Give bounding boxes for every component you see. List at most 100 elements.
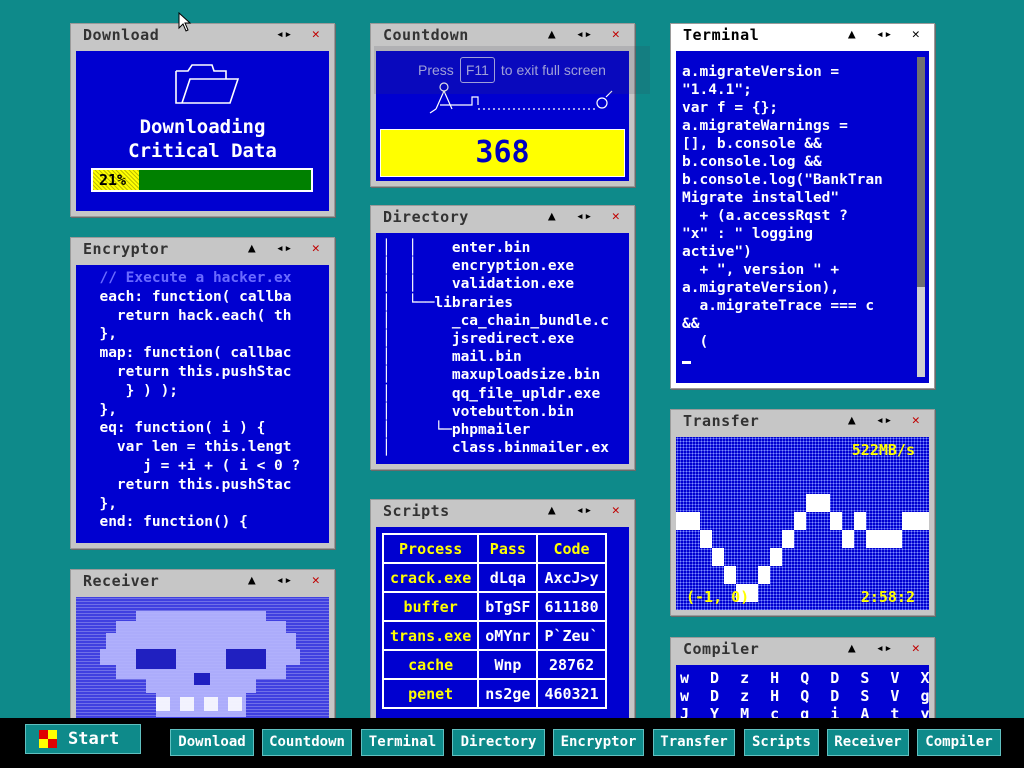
code-line: │ └─phpmailer: [382, 422, 531, 439]
transfer-window[interactable]: Transfer ▲ ◂▸ ✕ 522MB/s (-1, 0) 2:58:2: [670, 409, 935, 616]
code-line: "1.4.1";: [682, 82, 752, 98]
close-icon[interactable]: ✕: [908, 24, 924, 46]
terminal-titlebar[interactable]: Terminal ▲ ◂▸ ✕: [671, 24, 934, 46]
transfer-rate: 522MB/s: [851, 441, 915, 459]
transfer-body: 522MB/s (-1, 0) 2:58:2: [676, 437, 929, 610]
maximize-icon[interactable]: ▲: [844, 638, 860, 660]
taskbar-item-compiler[interactable]: Compiler: [917, 729, 1001, 756]
taskbar-item-countdown[interactable]: Countdown: [262, 729, 352, 756]
resize-icon[interactable]: ◂▸: [876, 24, 892, 46]
encryptor-titlebar[interactable]: Encryptor ▲ ◂▸ ✕: [71, 238, 334, 260]
code-line: b.console.log("BankTran: [682, 172, 883, 188]
transfer-time: 2:58:2: [860, 588, 915, 606]
window-title: Download: [83, 26, 160, 44]
scripts-window[interactable]: Scripts ▲ ◂▸ ✕ Process Pass Code crack.e…: [370, 499, 635, 731]
compiler-window[interactable]: Compiler ▲ ◂▸ ✕ w D z H Q D S V X B R w …: [670, 637, 935, 731]
taskbar-item-download[interactable]: Download: [170, 729, 254, 756]
transfer-graph: [676, 494, 929, 602]
close-icon[interactable]: ✕: [308, 570, 324, 592]
maximize-icon[interactable]: ▲: [544, 500, 560, 522]
table-row: trans.exe oMYnr P`Zeu`: [381, 620, 607, 651]
code-line: active"): [682, 244, 752, 260]
close-icon[interactable]: ✕: [308, 238, 324, 260]
download-heading-1: Downloading: [139, 116, 266, 138]
code-line: [], b.console &&: [682, 136, 822, 152]
close-icon[interactable]: ✕: [608, 500, 624, 522]
code-line: + (a.accessRqst ?: [682, 208, 848, 224]
close-icon[interactable]: ✕: [608, 24, 624, 46]
tip-press: Press: [418, 62, 454, 78]
taskbar-item-directory[interactable]: Directory: [452, 729, 545, 756]
resize-icon[interactable]: ◂▸: [876, 638, 892, 660]
countdown-value: 368: [380, 129, 625, 177]
start-logo-icon: [39, 730, 57, 748]
table-row: cache Wnp 28762: [381, 649, 607, 680]
download-titlebar[interactable]: Download ◂▸ ✕: [71, 24, 334, 46]
code-line: var f = {};: [682, 100, 779, 116]
code-line: } ) );: [82, 382, 179, 399]
maximize-icon[interactable]: ▲: [244, 570, 260, 592]
code-line: │ qq_file_upldr.exe: [382, 385, 601, 402]
code-line: a.migrateVersion),: [682, 280, 840, 296]
table-cell: ns2ge: [477, 678, 539, 709]
skull-image: [100, 611, 300, 717]
close-icon[interactable]: ✕: [908, 410, 924, 432]
terminal-body[interactable]: a.migrateVersion = "1.4.1"; var f = {}; a.m…: [676, 51, 929, 383]
taskbar-item-terminal[interactable]: Terminal: [361, 729, 444, 756]
fullscreen-tip: Press F11 to exit full screen: [374, 46, 650, 94]
window-title: Directory: [383, 208, 469, 226]
resize-icon[interactable]: ◂▸: [576, 24, 592, 46]
resize-icon[interactable]: ◂▸: [276, 24, 292, 46]
receiver-body: [76, 597, 329, 725]
start-button[interactable]: Start: [25, 724, 141, 754]
table-cell: 460321: [536, 678, 607, 709]
compiler-titlebar[interactable]: Compiler ▲ ◂▸ ✕: [671, 638, 934, 660]
taskbar-item-receiver[interactable]: Receiver: [827, 729, 909, 756]
code-line: eq: function( i ) {: [82, 420, 266, 437]
close-icon[interactable]: ✕: [608, 206, 624, 228]
maximize-icon[interactable]: ▲: [244, 238, 260, 260]
table-cell: dLqa: [477, 562, 539, 593]
countdown-titlebar[interactable]: Countdown ▲ ◂▸ ✕: [371, 24, 634, 46]
maximize-icon[interactable]: ▲: [544, 24, 560, 46]
resize-icon[interactable]: ◂▸: [276, 570, 292, 592]
code-line: return this.pushStac: [82, 476, 292, 493]
code-line: b.console.log &&: [682, 154, 822, 170]
table-header-row: Process Pass Code: [381, 533, 607, 564]
maximize-icon[interactable]: ▲: [844, 410, 860, 432]
close-icon[interactable]: ✕: [308, 24, 324, 46]
resize-icon[interactable]: ◂▸: [276, 238, 292, 260]
transfer-titlebar[interactable]: Transfer ▲ ◂▸ ✕: [671, 410, 934, 432]
code-line: a.migrateWarnings =: [682, 118, 848, 134]
code-line: │ │ encryption.exe: [382, 258, 575, 275]
maximize-icon[interactable]: ▲: [544, 206, 560, 228]
window-title: Encryptor: [83, 240, 169, 258]
table-cell: 611180: [536, 591, 607, 622]
code-line: │ │ enter.bin: [382, 240, 531, 256]
window-title: Countdown: [383, 26, 469, 44]
taskbar-item-transfer[interactable]: Transfer: [653, 729, 735, 756]
scripts-table: Process Pass Code crack.exe dLqa AxcJ>y buf…: [381, 533, 607, 709]
scripts-titlebar[interactable]: Scripts ▲ ◂▸ ✕: [371, 500, 634, 522]
taskbar-item-scripts[interactable]: Scripts: [744, 729, 819, 756]
encryptor-window[interactable]: Encryptor ▲ ◂▸ ✕ // Execute a hacker.ex …: [70, 237, 335, 549]
code-line: },: [82, 401, 117, 418]
receiver-window[interactable]: Receiver ▲ ◂▸ ✕: [70, 569, 335, 731]
download-heading-2: Critical Data: [128, 140, 277, 162]
resize-icon[interactable]: ◂▸: [876, 410, 892, 432]
directory-window[interactable]: Directory ▲ ◂▸ ✕ │ │ enter.bin │ │ encryp…: [370, 205, 635, 470]
maximize-icon[interactable]: ▲: [844, 24, 860, 46]
resize-icon[interactable]: ◂▸: [576, 206, 592, 228]
close-icon[interactable]: ✕: [908, 638, 924, 660]
terminal-window[interactable]: Terminal ▲ ◂▸ ✕ a.migrateVersion = "1.4.1…: [670, 23, 935, 389]
table-row: buffer bTgSF 611180: [381, 591, 607, 622]
terminal-scrollbar[interactable]: [917, 57, 925, 377]
receiver-titlebar[interactable]: Receiver ▲ ◂▸ ✕: [71, 570, 334, 592]
tip-rest: to exit full screen: [500, 62, 606, 78]
taskbar-item-encryptor[interactable]: Encryptor: [553, 729, 644, 756]
resize-icon[interactable]: ◂▸: [576, 500, 592, 522]
download-window[interactable]: Download ◂▸ ✕ Downloading Critical Data …: [70, 23, 335, 217]
directory-titlebar[interactable]: Directory ▲ ◂▸ ✕: [371, 206, 634, 228]
code-line: },: [82, 495, 117, 512]
code-line: + ", version " +: [682, 262, 840, 278]
